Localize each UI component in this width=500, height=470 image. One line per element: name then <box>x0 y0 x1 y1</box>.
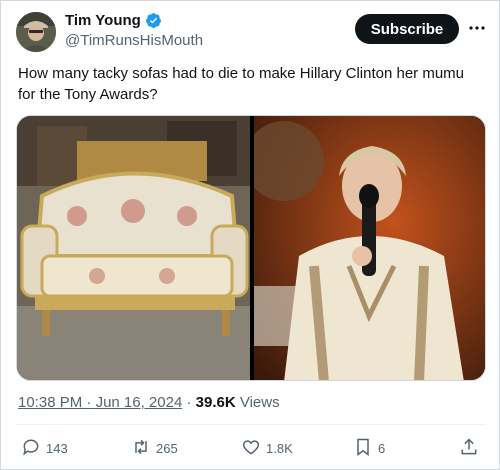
tweet-timestamp-link[interactable]: 10:38 PM · Jun 16, 2024 <box>18 394 182 411</box>
bookmark-button[interactable]: 6 <box>353 437 385 460</box>
repost-button[interactable]: 265 <box>131 437 178 460</box>
avatar-image <box>16 12 56 52</box>
tweet-media[interactable] <box>16 115 486 381</box>
author-display-name[interactable]: Tim Young <box>65 12 141 29</box>
tweet-date: Jun 16, 2024 <box>95 394 183 411</box>
tweet-card: Tim Young @TimRunsHisMouth Subscribe How… <box>0 0 500 470</box>
verified-badge-icon <box>145 12 162 29</box>
views-count: 39.6K <box>195 394 236 411</box>
share-icon <box>459 437 479 460</box>
divider <box>16 424 486 425</box>
repost-count: 265 <box>156 441 178 456</box>
avatar[interactable] <box>16 12 56 52</box>
like-count: 1.8K <box>266 441 293 456</box>
more-dots-icon[interactable] <box>467 18 487 38</box>
share-button[interactable] <box>459 437 479 460</box>
reply-icon <box>21 437 41 460</box>
bookmark-count: 6 <box>378 441 386 456</box>
views-label: Views <box>235 394 280 411</box>
subscribe-button[interactable]: Subscribe <box>355 14 459 44</box>
tweet-text: How many tacky sofas had to die to make … <box>18 65 465 103</box>
reply-count: 143 <box>46 441 68 456</box>
meta-separator: · <box>82 394 96 411</box>
bookmark-icon <box>353 437 373 460</box>
author-name-row: Tim Young <box>65 12 162 29</box>
meta-separator-2: · <box>182 394 196 411</box>
heart-icon <box>241 437 261 460</box>
tweet-meta: 10:38 PM · Jun 16, 2024 · 39.6K Views <box>18 394 280 411</box>
author-handle[interactable]: @TimRunsHisMouth <box>65 32 203 49</box>
like-button[interactable]: 1.8K <box>241 437 293 460</box>
reply-button[interactable]: 143 <box>21 437 68 460</box>
woman-speaking-at-microphone-photo[interactable] <box>244 116 485 380</box>
tweet-actions: 143 265 1.8K 6 <box>1 437 500 461</box>
ornate-sofa-photo[interactable] <box>17 116 250 380</box>
tweet-time: 10:38 PM <box>18 394 83 411</box>
repost-icon <box>131 437 151 460</box>
